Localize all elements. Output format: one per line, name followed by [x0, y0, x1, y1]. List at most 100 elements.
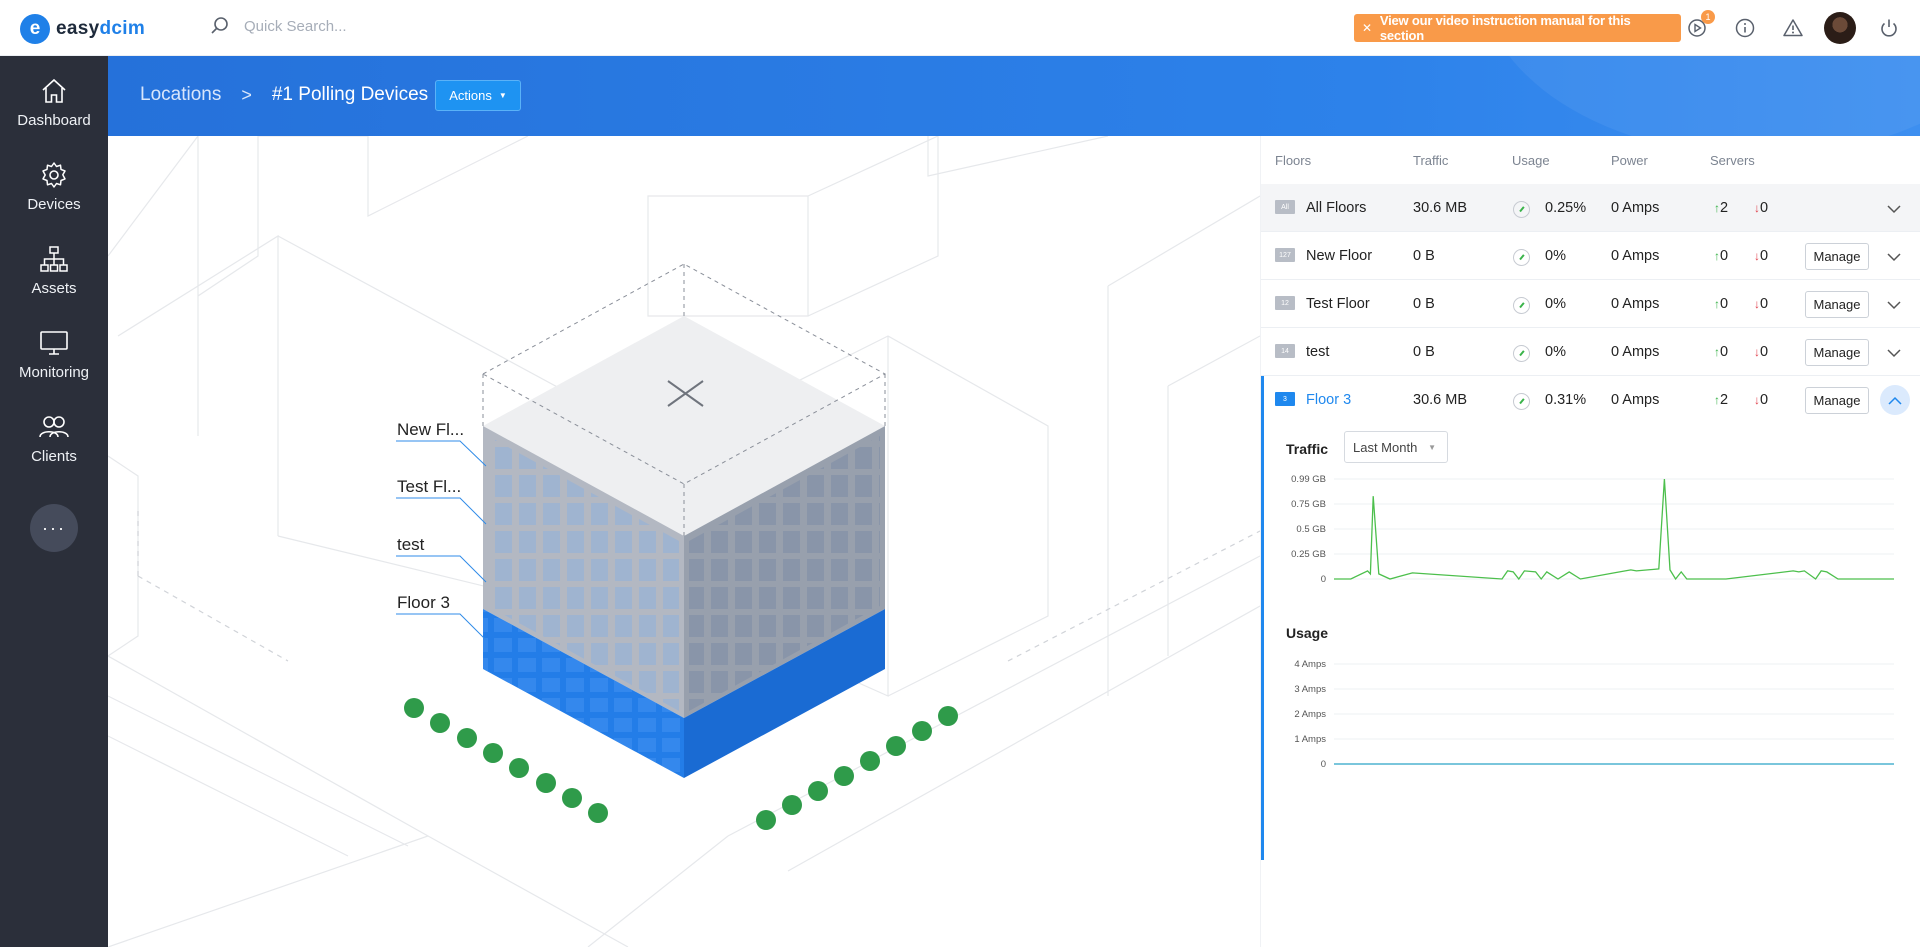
video-notification-button[interactable]: 1: [1683, 10, 1715, 42]
header-decoration: [1480, 56, 1920, 136]
servers-down-count: 0: [1760, 344, 1769, 360]
sidebar: Dashboard Devices Assets Monitoring Clie…: [0, 56, 108, 947]
traffic-y-tick-label: 0.25 GB: [1291, 549, 1326, 560]
avatar[interactable]: [1824, 12, 1856, 44]
expand-button[interactable]: [1883, 294, 1905, 316]
servers-down: ↓0: [1754, 344, 1768, 360]
sidebar-item-devices[interactable]: Devices: [0, 140, 108, 224]
top-bar: e easydcim ✕ View our video instruction …: [0, 0, 1920, 56]
page-header: Locations > #1 Polling Devices Actions ▼: [108, 56, 1920, 136]
chevron-up-icon: [1888, 396, 1902, 405]
column-power: Power: [1611, 153, 1648, 168]
manage-button[interactable]: Manage: [1805, 243, 1869, 270]
usage-y-tick-label: 3 Amps: [1294, 684, 1326, 695]
sidebar-item-monitoring[interactable]: Monitoring: [0, 308, 108, 392]
info-button[interactable]: [1731, 14, 1759, 42]
column-floors: Floors: [1275, 153, 1312, 168]
sidebar-item-label: Devices: [27, 196, 81, 213]
manage-button[interactable]: Manage: [1805, 339, 1869, 366]
floor-tag: All: [1275, 200, 1295, 214]
building-scene: New Fl... Test Fl... test Floor 3: [108, 136, 1260, 947]
users-icon: [39, 416, 69, 438]
collapse-button[interactable]: [1880, 385, 1910, 415]
breadcrumb-locations[interactable]: Locations: [140, 84, 221, 106]
floor-traffic: 0 B: [1413, 344, 1435, 360]
table-row-test-floor[interactable]: 12 Test Floor 0 B 0% 0 Amps ↑0 ↓0 Manage: [1261, 280, 1920, 328]
floor-usage: 0.31%: [1545, 392, 1587, 408]
more-menu-button[interactable]: ···: [30, 504, 78, 552]
floor-usage: 0%: [1545, 248, 1566, 264]
chevron-down-icon: [1887, 348, 1901, 357]
gauge-icon: [1513, 249, 1530, 266]
floor-tag: 14: [1275, 344, 1295, 358]
floor-usage: 0.25%: [1545, 200, 1587, 216]
period-value: Last Month: [1353, 439, 1418, 455]
sidebar-item-dashboard[interactable]: Dashboard: [0, 56, 108, 140]
floor-power: 0 Amps: [1611, 200, 1660, 216]
logo[interactable]: e easydcim: [20, 13, 145, 45]
table-row-floor-3[interactable]: 3 Floor 3 30.6 MB 0.31% 0 Amps ↑2 ↓0 Man…: [1261, 376, 1920, 424]
servers-up: ↑2: [1714, 392, 1728, 408]
usage-y-tick-label: 1 Amps: [1294, 734, 1326, 745]
column-traffic: Traffic: [1413, 153, 1449, 168]
servers-up-count: 0: [1720, 344, 1729, 360]
close-icon[interactable]: ✕: [1362, 21, 1372, 35]
servers-up: ↑2: [1714, 200, 1728, 216]
manage-button[interactable]: Manage: [1805, 291, 1869, 318]
logout-button[interactable]: [1875, 14, 1903, 42]
logo-mark: e: [20, 14, 50, 44]
floor-traffic: 0 B: [1413, 296, 1435, 312]
servers-up: ↑0: [1714, 248, 1728, 264]
banner-text: View our video instruction manual for th…: [1379, 13, 1631, 43]
floor-name: New Floor: [1306, 248, 1373, 264]
search-input[interactable]: [244, 17, 504, 35]
servers-up: ↑0: [1714, 344, 1728, 360]
caret-down-icon: ▼: [498, 91, 507, 100]
sitemap-icon: [40, 246, 68, 272]
page-title: #1 Polling Devices: [271, 84, 429, 105]
traffic-title: Traffic: [1286, 441, 1329, 457]
search-icon[interactable]: [210, 16, 230, 36]
servers-down-count: 0: [1760, 248, 1769, 264]
table-row-test[interactable]: 14 test 0 B 0% 0 Amps ↑0 ↓0 Manage: [1261, 328, 1920, 376]
servers-down: ↓0: [1754, 296, 1768, 312]
floor-tag: 3: [1275, 392, 1295, 406]
breadcrumb: Locations > #1 Polling Devices: [140, 84, 428, 106]
warning-icon: [1783, 19, 1803, 37]
floor-power: 0 Amps: [1611, 248, 1660, 264]
sidebar-item-assets[interactable]: Assets: [0, 224, 108, 308]
servers-down-count: 0: [1760, 392, 1769, 408]
floor-name: All Floors: [1306, 200, 1367, 216]
floor-label-test-floor[interactable]: Test Fl...: [397, 477, 461, 497]
floor-label-test[interactable]: test: [397, 535, 424, 555]
home-icon: [42, 78, 66, 103]
info-icon: [1735, 18, 1755, 38]
column-usage: Usage: [1512, 153, 1550, 168]
chevron-right-icon: >: [241, 84, 252, 105]
floor-label-new-floor[interactable]: New Fl...: [397, 420, 464, 440]
table-row-all-floors[interactable]: All All Floors 30.6 MB 0.25% 0 Amps ↑2 ↓…: [1261, 184, 1920, 232]
notification-badge: 1: [1701, 10, 1715, 24]
usage-y-tick-label: 2 Amps: [1294, 709, 1326, 720]
table-row-new-floor[interactable]: 127 New Floor 0 B 0% 0 Amps ↑0 ↓0 Manage: [1261, 232, 1920, 280]
servers-down-count: 0: [1760, 296, 1769, 312]
traffic-y-tick-label: 0.75 GB: [1291, 499, 1326, 510]
expand-button[interactable]: [1883, 246, 1905, 268]
manage-button[interactable]: Manage: [1805, 387, 1869, 414]
gauge-icon: [1513, 345, 1530, 362]
floor-traffic: 0 B: [1413, 248, 1435, 264]
expand-button[interactable]: [1883, 198, 1905, 220]
floors-table-header: Floors Traffic Usage Power Servers: [1261, 136, 1920, 184]
floor-label-floor-3[interactable]: Floor 3: [397, 593, 450, 613]
alerts-button[interactable]: [1779, 14, 1807, 42]
floor-tag: 12: [1275, 296, 1295, 310]
video-manual-banner[interactable]: ✕ View our video instruction manual for …: [1354, 13, 1681, 43]
usage-y-tick-label: 0: [1321, 759, 1326, 770]
servers-down: ↓0: [1754, 392, 1768, 408]
period-select[interactable]: Last Month ▼: [1344, 431, 1448, 463]
quick-search: [210, 16, 504, 36]
expand-button[interactable]: [1883, 342, 1905, 364]
floor-name: Floor 3: [1306, 392, 1352, 408]
actions-dropdown[interactable]: Actions ▼: [435, 80, 521, 111]
sidebar-item-clients[interactable]: Clients: [0, 392, 108, 476]
